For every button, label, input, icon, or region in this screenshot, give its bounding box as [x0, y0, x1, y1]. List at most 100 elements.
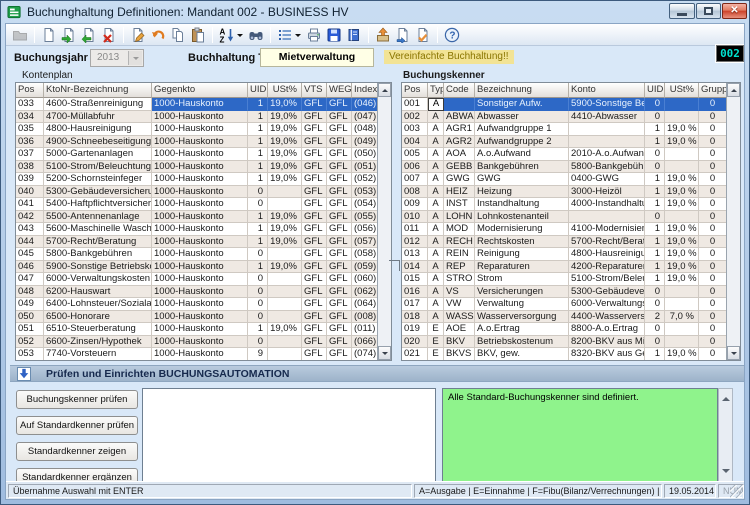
grid-cell[interactable]: 1	[645, 223, 665, 236]
table-row[interactable]: 013AREINReinigung4800-Hausreinigung119,0…	[402, 248, 726, 261]
table-row[interactable]: 0344700-Müllabfuhr1000-Hauskonto119,0%GF…	[16, 111, 377, 124]
grid-cell[interactable]: 7740-Vorsteuern	[44, 348, 152, 360]
grid-cell[interactable]: 1000-Hauskonto	[152, 211, 248, 224]
grid-cell[interactable]: Instandhaltung	[475, 198, 569, 211]
grid-cell[interactable]: A	[428, 223, 444, 236]
table-row[interactable]: 0506500-Honorare1000-Hauskonto0GFLGFL(00…	[16, 311, 377, 324]
table-row[interactable]: 008AHEIZHeizung3000-Heizöl119,0 %0	[402, 186, 726, 199]
grid-cell[interactable]: 003	[402, 123, 428, 136]
grid-cell[interactable]: 010	[402, 211, 428, 224]
auf-standardkenner-pruefen-button[interactable]: Auf Standardkenner prüfen	[16, 416, 138, 435]
grid-cell[interactable]: GFL	[327, 261, 352, 274]
grid-cell[interactable]: 1	[248, 323, 268, 336]
grid-cell[interactable]: 1	[248, 211, 268, 224]
grid-cell[interactable]: A	[428, 148, 444, 161]
grid-cell[interactable]: HEIZ	[444, 186, 475, 199]
column-header[interactable]: KtoNr-Bezeichnung	[44, 83, 152, 98]
grid-cell[interactable]: GFL	[302, 98, 327, 111]
column-header[interactable]: Gruppe	[699, 83, 726, 98]
grid-cell[interactable]: 19,0 %	[665, 273, 699, 286]
grid-cell[interactable]: 1	[248, 98, 268, 111]
grid-cell[interactable]: 1000-Hauskonto	[152, 148, 248, 161]
grid-cell[interactable]: 1	[645, 273, 665, 286]
grid-cell[interactable]: 007	[402, 173, 428, 186]
grid-cell[interactable]: E	[428, 323, 444, 336]
grid-cell[interactable]: 0400-GWG	[569, 173, 645, 186]
grid-cell[interactable]: 050	[16, 311, 44, 324]
table-row[interactable]: 0334600-Straßenreinigung1000-Hauskonto11…	[16, 98, 377, 111]
grid-cell[interactable]: MOD	[444, 223, 475, 236]
grid-cell[interactable]: GFL	[302, 261, 327, 274]
grid-cell[interactable]: 19,0 %	[665, 236, 699, 249]
grid-cell[interactable]: 1	[248, 223, 268, 236]
table-row[interactable]: 011AMODModernisierung4100-Modernisierung…	[402, 223, 726, 236]
grid-cell[interactable]: VS	[444, 286, 475, 299]
table-row[interactable]: 0425500-Antennenanlage1000-Hauskonto119,…	[16, 211, 377, 224]
grid-cell[interactable]: 1	[645, 236, 665, 249]
grid-cell[interactable]: 1000-Hauskonto	[152, 323, 248, 336]
grid-cell[interactable]: (057)	[352, 236, 377, 249]
grid-cell[interactable]	[268, 286, 302, 299]
grid-cell[interactable]: REP	[444, 261, 475, 274]
grid-cell[interactable]: (052)	[352, 173, 377, 186]
grid-cell[interactable]: A.o.Aufwand	[475, 148, 569, 161]
grid-cell[interactable]: 4400-Wasserversorgung	[569, 311, 645, 324]
grid-cell[interactable]: 0	[248, 286, 268, 299]
grid-cell[interactable]: (074)	[352, 348, 377, 360]
vertical-scrollbar[interactable]	[726, 83, 740, 360]
grid-cell[interactable]: Aufwandgruppe 1	[475, 123, 569, 136]
grid-cell[interactable]: 0	[699, 198, 726, 211]
grid-cell[interactable]: GFL	[327, 273, 352, 286]
grid-cell[interactable]: 052	[16, 336, 44, 349]
table-header-row[interactable]: PosTypCodeBezeichnungKontoUIDUSt%Gruppe	[402, 83, 726, 98]
grid-cell[interactable]: 1000-Hauskonto	[152, 98, 248, 111]
grid-cell[interactable]: 4600-Straßenreinigung	[44, 98, 152, 111]
grid-cell[interactable]: (049)	[352, 136, 377, 149]
grid-cell[interactable]: (050)	[352, 148, 377, 161]
grid-cell[interactable]: 0	[248, 198, 268, 211]
table-row[interactable]: 0496400-Lohnsteuer/Sozialabgaber1000-Hau…	[16, 298, 377, 311]
grid-cell[interactable]	[268, 348, 302, 360]
grid-cell[interactable]: 0	[645, 98, 665, 111]
grid-cell[interactable]: 0	[645, 111, 665, 124]
grid-cell[interactable]: 0	[699, 286, 726, 299]
grid-cell[interactable]: 0	[699, 186, 726, 199]
grid-cell[interactable]	[665, 286, 699, 299]
table-row[interactable]: 005AAOAA.o.Aufwand2010-A.o.Aufwand00	[402, 148, 726, 161]
list-icon[interactable]	[276, 26, 294, 44]
grid-cell[interactable]: 5700-Recht/Beratung	[569, 236, 645, 249]
grid-cell[interactable]: (062)	[352, 286, 377, 299]
grid-cell[interactable]: GFL	[302, 273, 327, 286]
grid-cell[interactable]: 0	[699, 136, 726, 149]
column-header[interactable]: Code	[444, 83, 475, 98]
table-row[interactable]: 0476000-Verwaltungskosten1000-Hauskonto0…	[16, 273, 377, 286]
grid-cell[interactable]: 018	[402, 311, 428, 324]
grid-cell[interactable]: 0	[248, 273, 268, 286]
grid-cell[interactable]: GFL	[327, 323, 352, 336]
grid-cell[interactable]: 19,0 %	[665, 223, 699, 236]
grid-cell[interactable]: (047)	[352, 111, 377, 124]
grid-cell[interactable]: 0	[699, 173, 726, 186]
grid-cell[interactable]	[569, 123, 645, 136]
grid-cell[interactable]: A	[428, 161, 444, 174]
table-row[interactable]: 0385100-Strom/Beleuchtung1000-Hauskonto1…	[16, 161, 377, 174]
table-row[interactable]: 0465900-Sonstige Betriebskosten1000-Haus…	[16, 261, 377, 274]
grid-cell[interactable]: 1	[645, 186, 665, 199]
grid-cell[interactable]: 0	[699, 348, 726, 360]
grid-cell[interactable]: GEBB	[444, 161, 475, 174]
grid-cell[interactable]: A	[428, 311, 444, 324]
grid-cell[interactable]: GFL	[327, 223, 352, 236]
scroll-up-icon[interactable]	[722, 393, 730, 401]
grid-cell[interactable]: 6000-Verwaltungskosten	[569, 298, 645, 311]
grid-cell[interactable]: 19,0%	[268, 236, 302, 249]
grid-cell[interactable]: A	[428, 173, 444, 186]
grid-cell[interactable]: GFL	[327, 123, 352, 136]
grid-cell[interactable]: 19,0%	[268, 148, 302, 161]
grid-cell[interactable]: 1000-Hauskonto	[152, 223, 248, 236]
column-header[interactable]: Pos	[16, 83, 44, 98]
grid-cell[interactable]: 5100-Strom/Beleuchtung	[569, 273, 645, 286]
grid-cell[interactable]: (066)	[352, 336, 377, 349]
grid-cell[interactable]: ABWA	[444, 111, 475, 124]
scroll-down-button[interactable]	[378, 346, 391, 360]
grid-cell[interactable]: A	[428, 136, 444, 149]
